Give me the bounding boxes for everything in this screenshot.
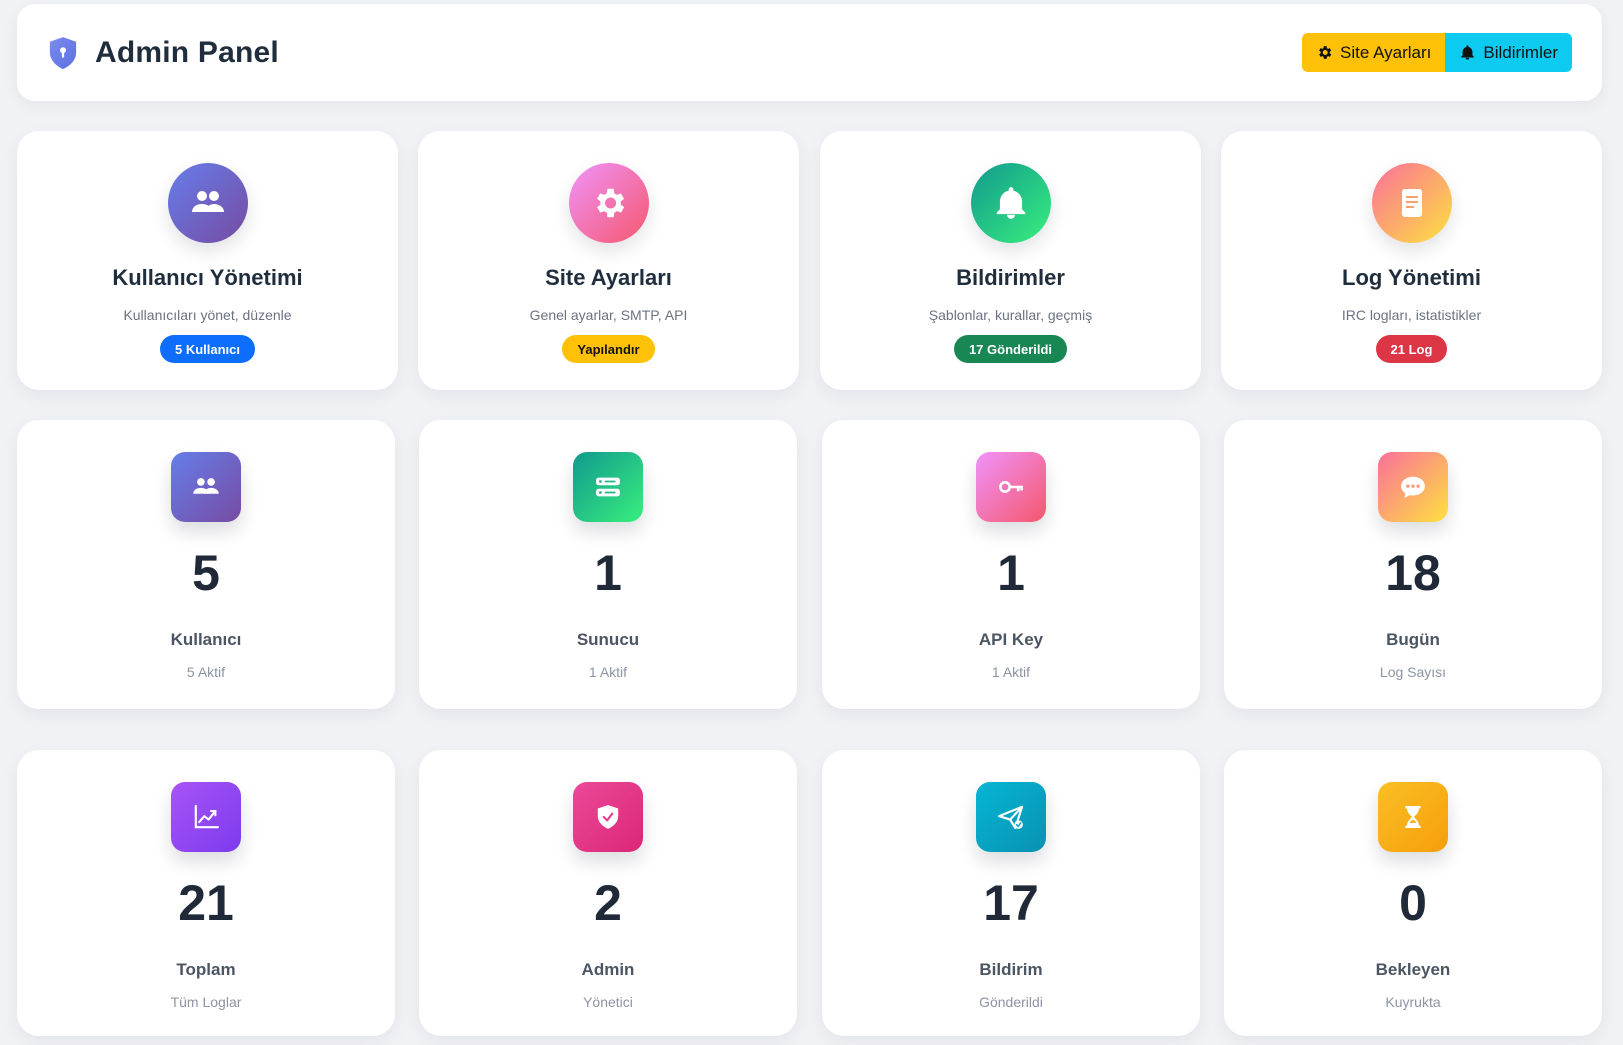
hourglass-icon (1378, 782, 1448, 852)
key-icon (976, 452, 1046, 522)
notifications-button[interactable]: Bildirimler (1445, 33, 1572, 72)
stat-card-today: 18 Bugün Log Sayısı (1224, 420, 1602, 709)
card-title: Kullanıcı Yönetimi (112, 265, 303, 290)
page-title: Admin Panel (95, 35, 279, 69)
stat-label: Bugün (1386, 630, 1440, 649)
stat-card-notifications: 17 Bildirim Gönderildi (822, 750, 1200, 1036)
gear-icon (1316, 44, 1333, 61)
chat-icon (1378, 452, 1448, 522)
stat-subtext: 1 Aktif (588, 664, 628, 680)
card-description: Şablonlar, kurallar, geçmiş (928, 307, 1093, 323)
card-description: Genel ayarlar, SMTP, API (529, 307, 688, 323)
brand: Admin Panel (47, 35, 279, 71)
card-title: Bildirimler (956, 265, 1065, 290)
stat-label: Admin (581, 960, 635, 979)
stat-value: 21 (178, 875, 234, 931)
stat-value: 2 (594, 875, 622, 931)
stat-subtext: Tüm Loglar (170, 994, 242, 1010)
shield-check-icon (573, 782, 643, 852)
document-icon (1371, 163, 1452, 243)
bell-icon (1459, 44, 1476, 61)
card-title: Site Ayarları (545, 265, 672, 290)
stat-label: Bildirim (979, 960, 1043, 979)
stat-subtext: Gönderildi (979, 994, 1043, 1010)
admin-dashboard: Admin Panel Site Ayarları Bildirimler Ku… (0, 0, 1623, 1045)
stat-card-servers: 1 Sunucu 1 Aktif (419, 420, 797, 709)
stat-label: Bekleyen (1375, 960, 1451, 979)
stat-label: Toplam (176, 960, 236, 979)
stat-value: 18 (1385, 545, 1441, 601)
stat-value: 0 (1399, 875, 1427, 931)
stat-value: 1 (997, 545, 1025, 601)
log-count-badge: 21 Log (1375, 335, 1448, 363)
configure-badge: Yapılandır (562, 335, 655, 363)
stat-card-api-keys: 1 API Key 1 Aktif (822, 420, 1200, 709)
stat-subtext: Kuyrukta (1385, 994, 1441, 1010)
stat-subtext: 1 Aktif (991, 664, 1031, 680)
card-description: IRC logları, istatistikler (1341, 307, 1482, 323)
stat-card-users: 5 Kullanıcı 5 Aktif (17, 420, 395, 709)
sent-count-badge: 17 Gönderildi (953, 335, 1068, 363)
card-site-settings[interactable]: Site Ayarları Genel ayarlar, SMTP, API Y… (418, 131, 799, 390)
card-log-management[interactable]: Log Yönetimi IRC logları, istatistikler … (1221, 131, 1602, 390)
stat-value: 1 (594, 545, 622, 601)
stat-subtext: Yönetici (583, 994, 633, 1010)
card-notifications[interactable]: Bildirimler Şablonlar, kurallar, geçmiş … (820, 131, 1201, 390)
users-icon (167, 163, 248, 243)
card-user-management[interactable]: Kullanıcı Yönetimi Kullanıcıları yönet, … (17, 131, 398, 390)
server-icon (573, 452, 643, 522)
site-settings-label: Site Ayarları (1340, 42, 1432, 62)
stat-label: API Key (978, 630, 1044, 649)
paper-plane-icon (976, 782, 1046, 852)
site-settings-button[interactable]: Site Ayarları (1302, 33, 1446, 72)
user-count-badge: 5 Kullanıcı (159, 335, 256, 363)
chart-line-icon (171, 782, 241, 852)
shield-lock-icon (47, 35, 79, 71)
stat-card-pending: 0 Bekleyen Kuyrukta (1224, 750, 1602, 1036)
gear-icon (568, 163, 649, 243)
stat-card-total: 21 Toplam Tüm Loglar (17, 750, 395, 1036)
stat-subtext: Log Sayısı (1379, 664, 1447, 680)
stat-label: Kullanıcı (170, 630, 242, 649)
header-actions: Site Ayarları Bildirimler (1302, 33, 1572, 72)
stat-value: 5 (192, 545, 220, 601)
stat-label: Sunucu (576, 630, 640, 649)
bell-icon (970, 163, 1051, 243)
card-description: Kullanıcıları yönet, düzenle (123, 307, 292, 323)
header-bar: Admin Panel Site Ayarları Bildirimler (17, 4, 1602, 101)
stat-value: 17 (983, 875, 1039, 931)
card-title: Log Yönetimi (1342, 265, 1481, 290)
stat-card-admins: 2 Admin Yönetici (419, 750, 797, 1036)
stat-subtext: 5 Aktif (186, 664, 226, 680)
users-icon (171, 452, 241, 522)
notifications-label: Bildirimler (1483, 42, 1558, 62)
